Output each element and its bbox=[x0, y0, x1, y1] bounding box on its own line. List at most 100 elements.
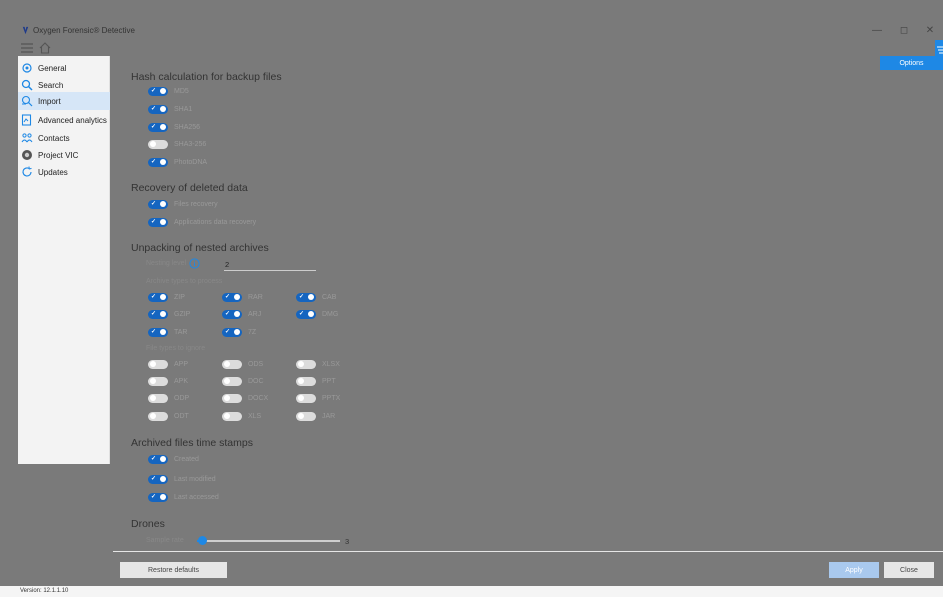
sidebar-item-label: Advanced analytics bbox=[38, 115, 107, 125]
toggle-label: Files recovery bbox=[174, 200, 218, 208]
toggle-switch[interactable]: ✓ bbox=[222, 292, 242, 302]
toggle-switch[interactable] bbox=[296, 359, 316, 369]
title-bar: Oxygen Forensic® Detective — ◻ ✕ bbox=[18, 22, 943, 40]
toggle-label: PPT bbox=[322, 377, 336, 385]
toggle-switch[interactable]: ✓ bbox=[148, 492, 168, 502]
info-icon[interactable] bbox=[189, 258, 200, 269]
drones-section-title: Drones bbox=[131, 518, 165, 530]
toggle-switch[interactable] bbox=[296, 393, 316, 403]
toggle-ignore-jar[interactable]: JAR bbox=[296, 410, 335, 422]
toggle-ignore-app[interactable]: APP bbox=[148, 358, 188, 370]
toggle-files-recovery[interactable]: ✓ Files recovery bbox=[148, 198, 218, 210]
toggle-ignore-xls[interactable]: XLS bbox=[222, 410, 261, 422]
toggle-switch[interactable]: ✓ bbox=[148, 104, 168, 114]
toggle-archive-gzip[interactable]: ✓ GZIP bbox=[148, 308, 190, 320]
toggle-switch[interactable]: ✓ bbox=[148, 454, 168, 464]
toggle-photodna[interactable]: ✓ PhotoDNA bbox=[148, 156, 207, 168]
toggle-sha256[interactable]: ✓ SHA256 bbox=[148, 121, 200, 133]
toggle-sha1[interactable]: ✓ SHA1 bbox=[148, 103, 192, 115]
hamburger-menu-icon[interactable] bbox=[20, 41, 34, 55]
toggle-switch[interactable] bbox=[222, 411, 242, 421]
toggle-ignore-odp[interactable]: ODP bbox=[148, 392, 189, 404]
toggle-archive-7z[interactable]: ✓ 7Z bbox=[222, 326, 256, 338]
toggle-label: SHA256 bbox=[174, 123, 201, 131]
toggle-archive-cab[interactable]: ✓ CAB bbox=[296, 291, 336, 303]
toggle-ignore-apk[interactable]: APK bbox=[148, 375, 188, 387]
toggle-label: RAR bbox=[248, 293, 263, 301]
close-button[interactable]: Close bbox=[884, 562, 934, 578]
toggle-ignore-ppt[interactable]: PPT bbox=[296, 375, 336, 387]
toggle-archive-zip[interactable]: ✓ ZIP bbox=[148, 291, 185, 303]
toggle-switch[interactable]: ✓ bbox=[148, 157, 168, 167]
toggle-switch[interactable] bbox=[148, 359, 168, 369]
toggle-switch[interactable]: ✓ bbox=[148, 199, 168, 209]
toggle-switch[interactable]: ✓ bbox=[296, 292, 316, 302]
toggle-archive-arj[interactable]: ✓ ARJ bbox=[222, 308, 261, 320]
toggle-switch[interactable]: ✓ bbox=[148, 217, 168, 227]
nesting-level-label: Nesting level bbox=[146, 260, 187, 267]
toggle-ignore-docx[interactable]: DOCX bbox=[222, 392, 268, 404]
sidebar-item-updates[interactable]: Updates bbox=[18, 163, 110, 181]
nesting-level-input[interactable]: 2 bbox=[224, 259, 316, 271]
toggle-switch[interactable]: ✓ bbox=[148, 327, 168, 337]
toggle-ignore-doc[interactable]: DOC bbox=[222, 375, 264, 387]
toggle-switch[interactable]: ✓ bbox=[148, 292, 168, 302]
toggle-archive-tar[interactable]: ✓ TAR bbox=[148, 326, 187, 338]
toggle-switch[interactable] bbox=[222, 376, 242, 386]
sidebar-item-label: Import bbox=[38, 96, 61, 106]
sidebar-item-contacts[interactable]: Contacts bbox=[18, 129, 110, 147]
toggle-switch[interactable]: ✓ bbox=[148, 474, 168, 484]
toggle-label: Last modified bbox=[174, 475, 216, 483]
toggle-last-accessed[interactable]: ✓ Last accessed bbox=[148, 491, 219, 503]
toggle-applications-data-recovery[interactable]: ✓ Applications data recovery bbox=[148, 216, 256, 228]
sample-rate-slider-track[interactable] bbox=[197, 540, 340, 542]
toggle-label: ODS bbox=[248, 360, 264, 368]
archive-types-label: Archive types to process bbox=[146, 278, 223, 285]
sidebar-item-advanced-analytics[interactable]: Advanced analytics bbox=[18, 111, 110, 129]
toggle-ignore-pptx[interactable]: PPTX bbox=[296, 392, 340, 404]
sidebar-item-project-vic[interactable]: Project VIC bbox=[18, 146, 110, 164]
screen-frame bbox=[0, 0, 943, 597]
restore-defaults-button[interactable]: Restore defaults bbox=[120, 562, 227, 578]
toggle-switch[interactable] bbox=[148, 376, 168, 386]
apply-button[interactable]: Apply bbox=[829, 562, 879, 578]
toggle-switch[interactable] bbox=[148, 393, 168, 403]
toggle-switch[interactable] bbox=[148, 411, 168, 421]
minimize-button[interactable]: — bbox=[869, 24, 885, 38]
close-window-button[interactable]: ✕ bbox=[922, 24, 938, 38]
toggle-switch[interactable] bbox=[296, 411, 316, 421]
toggle-label: XLS bbox=[248, 412, 262, 420]
toggle-ignore-xlsx[interactable]: XLSX bbox=[296, 358, 340, 370]
app-logo-icon bbox=[22, 26, 29, 35]
toggle-label: APP bbox=[174, 360, 189, 368]
toggle-switch[interactable] bbox=[222, 393, 242, 403]
sidebar-item-general[interactable]: General bbox=[18, 59, 110, 77]
toggle-archive-rar[interactable]: ✓ RAR bbox=[222, 291, 263, 303]
gear-icon bbox=[21, 62, 33, 74]
toggle-switch[interactable] bbox=[222, 359, 242, 369]
toggle-switch[interactable]: ✓ bbox=[148, 122, 168, 132]
sidebar-item-import[interactable]: Import bbox=[18, 92, 110, 110]
maximize-button[interactable]: ◻ bbox=[896, 24, 912, 38]
toggle-last-modified[interactable]: ✓ Last modified bbox=[148, 473, 216, 485]
toggle-ignore-ods[interactable]: ODS bbox=[222, 358, 263, 370]
toggle-switch[interactable]: ✓ bbox=[296, 309, 316, 319]
timestamps-section-title: Archived files time stamps bbox=[131, 437, 253, 449]
toggle-sha3-256[interactable]: SHA3-256 bbox=[148, 138, 206, 150]
toggle-switch[interactable]: ✓ bbox=[222, 309, 242, 319]
toggle-switch[interactable]: ✓ bbox=[148, 86, 168, 96]
toggle-switch[interactable] bbox=[148, 139, 168, 149]
footer-divider bbox=[113, 551, 943, 552]
home-icon[interactable] bbox=[38, 41, 52, 55]
toggle-md5[interactable]: ✓ MD5 bbox=[148, 85, 189, 97]
toggle-created[interactable]: ✓ Created bbox=[148, 453, 199, 465]
toggle-switch[interactable]: ✓ bbox=[148, 309, 168, 319]
toggle-switch[interactable]: ✓ bbox=[222, 327, 242, 337]
version-status: Version: 12.1.1.10 bbox=[0, 586, 943, 597]
toggle-archive-dmg[interactable]: ✓ DMG bbox=[296, 308, 338, 320]
search-icon bbox=[21, 79, 33, 91]
toggle-ignore-odt[interactable]: ODT bbox=[148, 410, 189, 422]
toggle-label: GZIP bbox=[174, 310, 191, 318]
toggle-switch[interactable] bbox=[296, 376, 316, 386]
options-button[interactable]: Options bbox=[880, 56, 943, 70]
